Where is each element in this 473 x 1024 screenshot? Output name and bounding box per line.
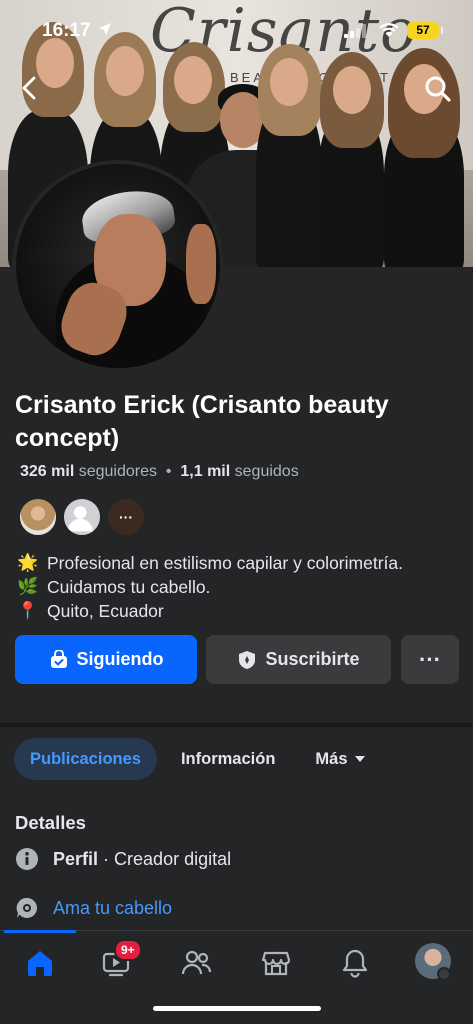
section-divider bbox=[0, 723, 473, 727]
link-bubble-icon bbox=[16, 897, 38, 918]
subscribe-button[interactable]: Suscribirte bbox=[206, 635, 391, 684]
profile-category: · Creador digital bbox=[103, 848, 232, 869]
nav-notifications[interactable] bbox=[335, 945, 375, 981]
bell-icon bbox=[342, 949, 368, 978]
home-indicator[interactable] bbox=[153, 1006, 321, 1011]
following-label: Siguiendo bbox=[76, 649, 164, 669]
battery-indicator: 57 bbox=[407, 22, 443, 39]
marketplace-icon bbox=[261, 951, 291, 976]
info-icon bbox=[16, 848, 38, 870]
bio-text: Profesional en estilismo capilar y color… bbox=[47, 553, 403, 573]
star-icon: 🌟 bbox=[17, 553, 39, 572]
bio-line: 📍 Quito, Ecuador bbox=[17, 599, 403, 623]
avatar[interactable] bbox=[62, 497, 102, 537]
active-tab-indicator bbox=[4, 930, 76, 933]
subscribe-label: Suscribirte bbox=[265, 649, 360, 669]
website-link-row[interactable]: Ama tu cabello bbox=[15, 896, 172, 920]
bio-text: Quito, Ecuador bbox=[47, 601, 164, 621]
profile-picture[interactable] bbox=[12, 160, 224, 372]
nav-friends[interactable] bbox=[176, 945, 216, 981]
search-icon[interactable] bbox=[423, 74, 453, 104]
back-arrow-icon[interactable] bbox=[16, 74, 44, 102]
default-avatar-icon bbox=[67, 506, 93, 532]
following-label: seguidos bbox=[234, 463, 299, 480]
menu-badge-icon bbox=[437, 967, 451, 981]
friends-icon bbox=[181, 950, 212, 975]
bio-section: 🌟 Profesional en estilismo capilar y colo… bbox=[17, 551, 403, 623]
cellular-signal-icon bbox=[344, 24, 366, 38]
location-pin-icon: 📍 bbox=[17, 601, 39, 620]
following-count[interactable]: 1,1 mil bbox=[180, 463, 230, 480]
shield-icon bbox=[239, 650, 256, 669]
wifi-icon bbox=[379, 23, 399, 37]
tab-mas[interactable]: Más bbox=[299, 738, 381, 780]
location-arrow-icon bbox=[99, 23, 111, 35]
following-icon bbox=[50, 649, 67, 668]
more-options-button[interactable]: ··· bbox=[401, 635, 459, 684]
more-friends[interactable]: ··· bbox=[106, 497, 146, 537]
home-icon bbox=[28, 951, 52, 976]
follow-stats: 326 mil seguidores • 1,1 mil seguidos bbox=[20, 463, 299, 481]
bio-line: 🌿 Cuidamos tu cabello. bbox=[17, 575, 403, 599]
avatar[interactable] bbox=[18, 497, 58, 537]
profile-label: Perfil bbox=[53, 848, 99, 869]
status-bar: 16:17 57 bbox=[0, 0, 473, 58]
nav-marketplace[interactable] bbox=[256, 945, 296, 981]
stats-separator: • bbox=[165, 463, 172, 480]
page-title: Crisanto Erick (Crisanto beauty concept) bbox=[15, 391, 389, 452]
caret-down-icon bbox=[354, 756, 365, 762]
video-notification-badge: 9+ bbox=[114, 939, 142, 961]
tab-publicaciones[interactable]: Publicaciones bbox=[14, 738, 157, 780]
nav-home[interactable] bbox=[20, 945, 60, 981]
bio-line: 🌟 Profesional en estilismo capilar y colo… bbox=[17, 551, 403, 575]
bio-text: Cuidamos tu cabello. bbox=[47, 577, 211, 597]
website-link[interactable]: Ama tu cabello bbox=[53, 898, 172, 919]
followers-label: seguidores bbox=[78, 463, 157, 480]
status-time: 16:17 bbox=[42, 20, 91, 41]
following-button[interactable]: Siguiendo bbox=[15, 635, 197, 684]
herb-icon: 🌿 bbox=[17, 577, 39, 596]
followers-count[interactable]: 326 mil bbox=[20, 463, 74, 480]
profile-tabs: Publicaciones Información Más bbox=[14, 738, 382, 780]
profile-category-row: Perfil · Creador digital bbox=[15, 847, 231, 871]
more-dots-icon: ··· bbox=[419, 646, 441, 672]
tab-informacion[interactable]: Información bbox=[165, 738, 291, 780]
details-heading: Detalles bbox=[15, 812, 86, 833]
tab-mas-label: Más bbox=[315, 749, 348, 768]
